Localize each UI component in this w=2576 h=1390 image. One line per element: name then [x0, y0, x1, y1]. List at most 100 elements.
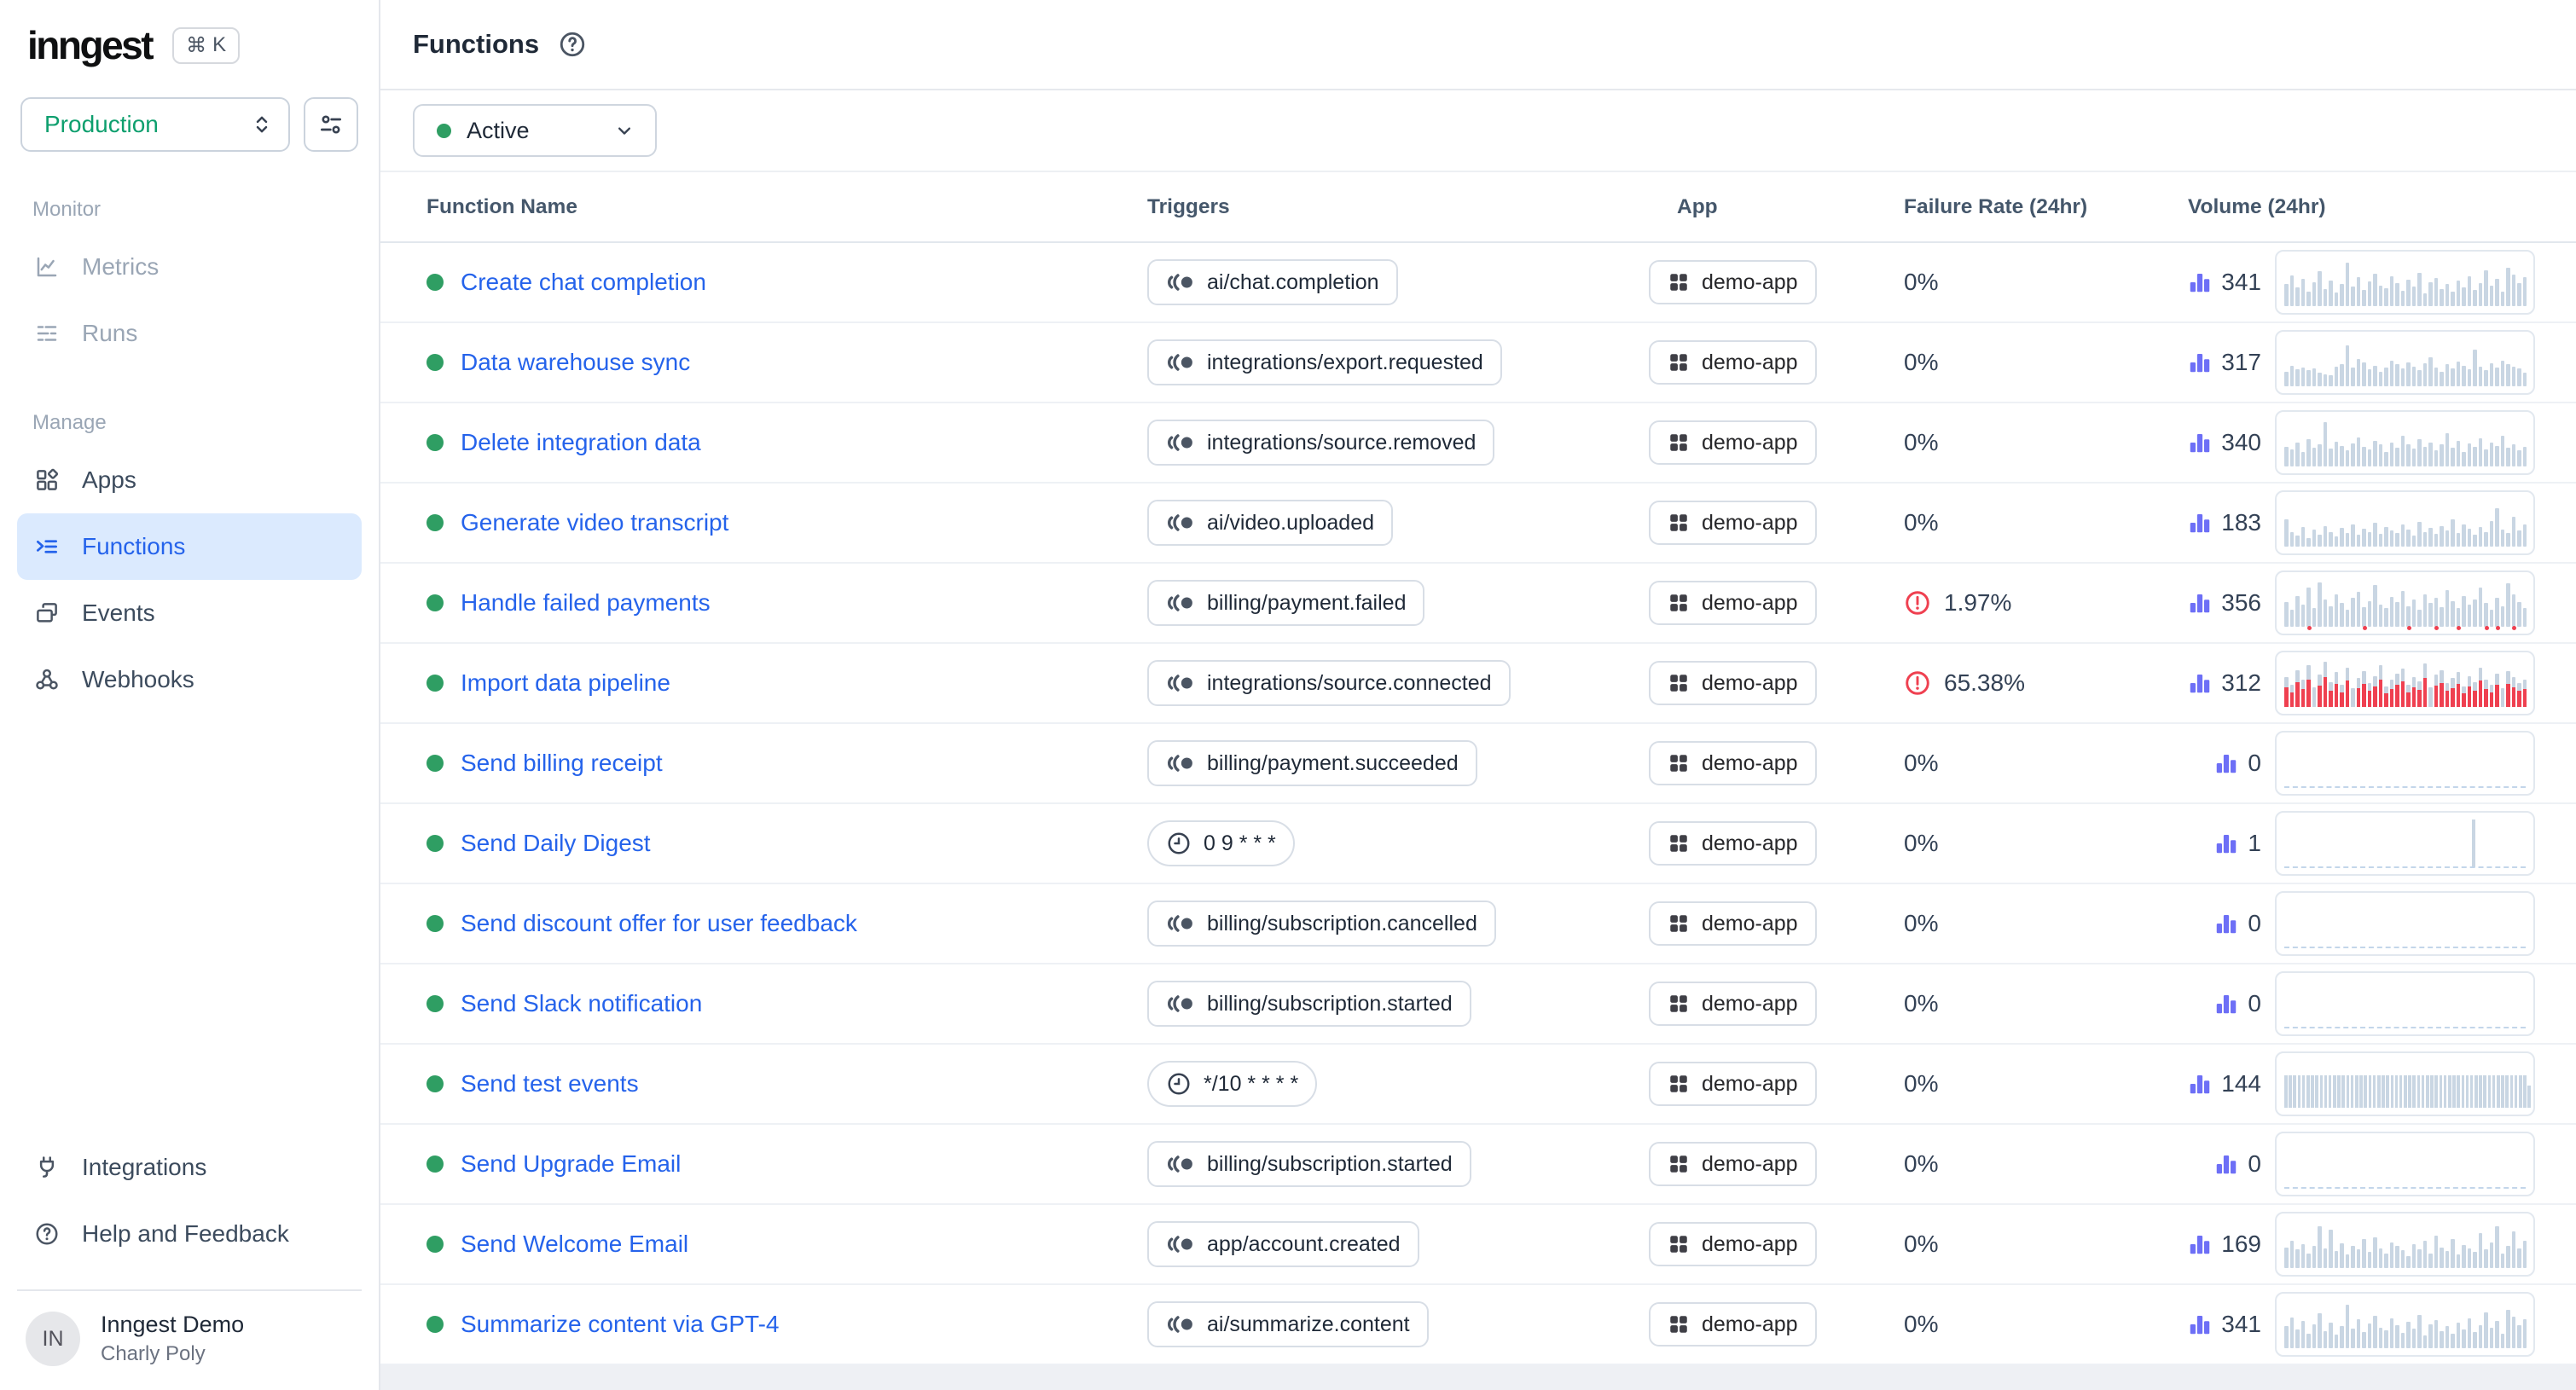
app-badge[interactable]: demo-app	[1649, 1222, 1817, 1266]
page-help-icon[interactable]	[558, 30, 587, 59]
spark-bar-success-part	[2440, 670, 2444, 683]
table-row[interactable]: Send Welcome Emailapp/account.createddem…	[380, 1205, 2576, 1285]
sidebar-item-metrics[interactable]: Metrics	[17, 234, 362, 300]
spark-bar	[2357, 1319, 2361, 1348]
function-name-link[interactable]: Send Upgrade Email	[461, 1150, 681, 1178]
app-badge[interactable]: demo-app	[1649, 741, 1817, 785]
table-row[interactable]: Import data pipelineintegrations/source.…	[380, 644, 2576, 724]
function-name-link[interactable]: Data warehouse sync	[461, 349, 690, 376]
trigger-label: integrations/export.requested	[1207, 350, 1483, 375]
volume-count-group: 1	[2188, 830, 2261, 857]
table-row[interactable]: Data warehouse sync integrations/export.r…	[380, 323, 2576, 403]
spark-bar	[2517, 1325, 2521, 1348]
spark-bar	[2318, 535, 2322, 547]
spark-bar	[2335, 536, 2339, 547]
spark-bar-stacked	[2423, 663, 2428, 707]
volume-count: 169	[2221, 1231, 2261, 1258]
table-row[interactable]: Send test events*/10 * * * *demo-app0%14…	[380, 1045, 2576, 1125]
spark-bar	[2340, 446, 2344, 466]
function-name-link[interactable]: Generate video transcript	[461, 509, 728, 536]
status-filter-dropdown[interactable]: Active	[413, 104, 657, 157]
spark-bar	[2406, 530, 2411, 547]
spark-bar-stacked	[2468, 676, 2472, 707]
sidebar-item-runs[interactable]: Runs	[17, 300, 362, 367]
app-cell: demo-app	[1649, 1302, 1904, 1347]
app-badge[interactable]: demo-app	[1649, 982, 1817, 1026]
table-row[interactable]: Summarize content via GPT-4ai/summarize.…	[380, 1285, 2576, 1365]
spark-bar-failure-part	[2440, 683, 2444, 707]
table-row[interactable]: Delete integration dataintegrations/sour…	[380, 403, 2576, 484]
spark-bar	[2312, 282, 2317, 306]
sidebar-item-integrations[interactable]: Integrations	[17, 1134, 362, 1201]
function-name-link[interactable]: Send Slack notification	[461, 990, 702, 1017]
app-badge[interactable]: demo-app	[1649, 501, 1817, 545]
function-name-link[interactable]: Import data pipeline	[461, 669, 670, 697]
table-row[interactable]: Generate video transcriptai/video.upload…	[380, 484, 2576, 564]
volume-count: 0	[2248, 910, 2261, 937]
table-row[interactable]: Send discount offer for user feedbackbil…	[380, 884, 2576, 964]
spark-bar-failure-part	[2468, 686, 2472, 707]
spark-bar	[2523, 1319, 2527, 1348]
table-row[interactable]: Send Upgrade Emailbilling/subscription.s…	[380, 1125, 2576, 1205]
spark-bar	[2440, 444, 2444, 466]
spark-bar	[2290, 610, 2295, 627]
sidebar-item-events[interactable]: Events	[17, 580, 362, 646]
app-badge[interactable]: demo-app	[1649, 340, 1817, 385]
function-name-link[interactable]: Send test events	[461, 1070, 639, 1098]
function-name-link[interactable]: Send Welcome Email	[461, 1231, 688, 1258]
spark-bar-stacked	[2329, 682, 2333, 707]
app-badge[interactable]: demo-app	[1649, 901, 1817, 946]
app-badge[interactable]: demo-app	[1649, 581, 1817, 625]
spark-bar	[2428, 1254, 2433, 1268]
app-grid-icon	[1668, 993, 1690, 1015]
function-active-dot	[426, 354, 444, 371]
spark-bar-success-part	[2401, 669, 2405, 682]
function-name-link[interactable]: Handle failed payments	[461, 589, 711, 617]
app-badge[interactable]: demo-app	[1649, 1302, 1817, 1347]
volume-sparkline	[2275, 570, 2535, 635]
function-name-link[interactable]: Delete integration data	[461, 429, 701, 456]
app-badge[interactable]: demo-app	[1649, 661, 1817, 705]
spark-bar	[2355, 1075, 2358, 1108]
environment-settings-button[interactable]	[304, 97, 358, 152]
trigger-badge: billing/subscription.started	[1147, 981, 1471, 1027]
table-row[interactable]: Send billing receiptbilling/payment.succ…	[380, 724, 2576, 804]
app-badge[interactable]: demo-app	[1649, 420, 1817, 465]
spark-bar-success-part	[2501, 688, 2505, 707]
table-row[interactable]: Handle failed paymentsbilling/payment.fa…	[380, 564, 2576, 644]
spark-bar	[2390, 1318, 2394, 1348]
table-row[interactable]: Send Slack notification billing/subscript…	[380, 964, 2576, 1045]
volume-cell: 340	[2188, 410, 2576, 475]
function-name-link[interactable]: Send billing receipt	[461, 750, 663, 777]
user-menu[interactable]: IN Inngest Demo Charly Poly	[0, 1291, 379, 1390]
app-name-label: demo-app	[1702, 1312, 1798, 1337]
table-row[interactable]: Send Daily Digest0 9 * * *demo-app0%1	[380, 804, 2576, 884]
command-k-shortcut[interactable]: ⌘ K	[172, 27, 240, 64]
spark-bar-success-part	[2395, 674, 2399, 685]
sidebar-item-functions[interactable]: Functions	[17, 513, 362, 580]
spark-bar	[2523, 1075, 2527, 1108]
spark-bar	[2406, 1322, 2411, 1348]
function-name-link[interactable]: Send Daily Digest	[461, 830, 651, 857]
sidebar-item-apps[interactable]: Apps	[17, 447, 362, 513]
app-badge[interactable]: demo-app	[1649, 1142, 1817, 1186]
function-name-link[interactable]: Summarize content via GPT-4	[461, 1311, 779, 1338]
function-name-link[interactable]: Send discount offer for user feedback	[461, 910, 857, 937]
spark-bar	[2284, 284, 2289, 306]
app-badge[interactable]: demo-app	[1649, 260, 1817, 304]
function-name-cell: Send Slack notification	[409, 990, 1147, 1017]
environment-select[interactable]: Production	[20, 97, 290, 152]
table-row[interactable]: Create chat completionai/chat.completion…	[380, 243, 2576, 323]
sidebar-item-help-feedback[interactable]: Help and Feedback	[17, 1201, 362, 1267]
function-name-link[interactable]: Create chat completion	[461, 269, 706, 296]
volume-count-group: 0	[2188, 1150, 2261, 1178]
sidebar-nav: Monitor Metrics Runs Manage Apps	[0, 188, 379, 1291]
sidebar-item-webhooks[interactable]: Webhooks	[17, 646, 362, 713]
spark-bar	[2430, 1075, 2434, 1108]
volume-count: 356	[2221, 589, 2261, 617]
spark-bar	[2324, 526, 2328, 547]
user-org: Inngest Demo	[101, 1312, 244, 1338]
bar-chart-icon	[2187, 269, 2213, 295]
app-badge[interactable]: demo-app	[1649, 1062, 1817, 1106]
app-badge[interactable]: demo-app	[1649, 821, 1817, 866]
